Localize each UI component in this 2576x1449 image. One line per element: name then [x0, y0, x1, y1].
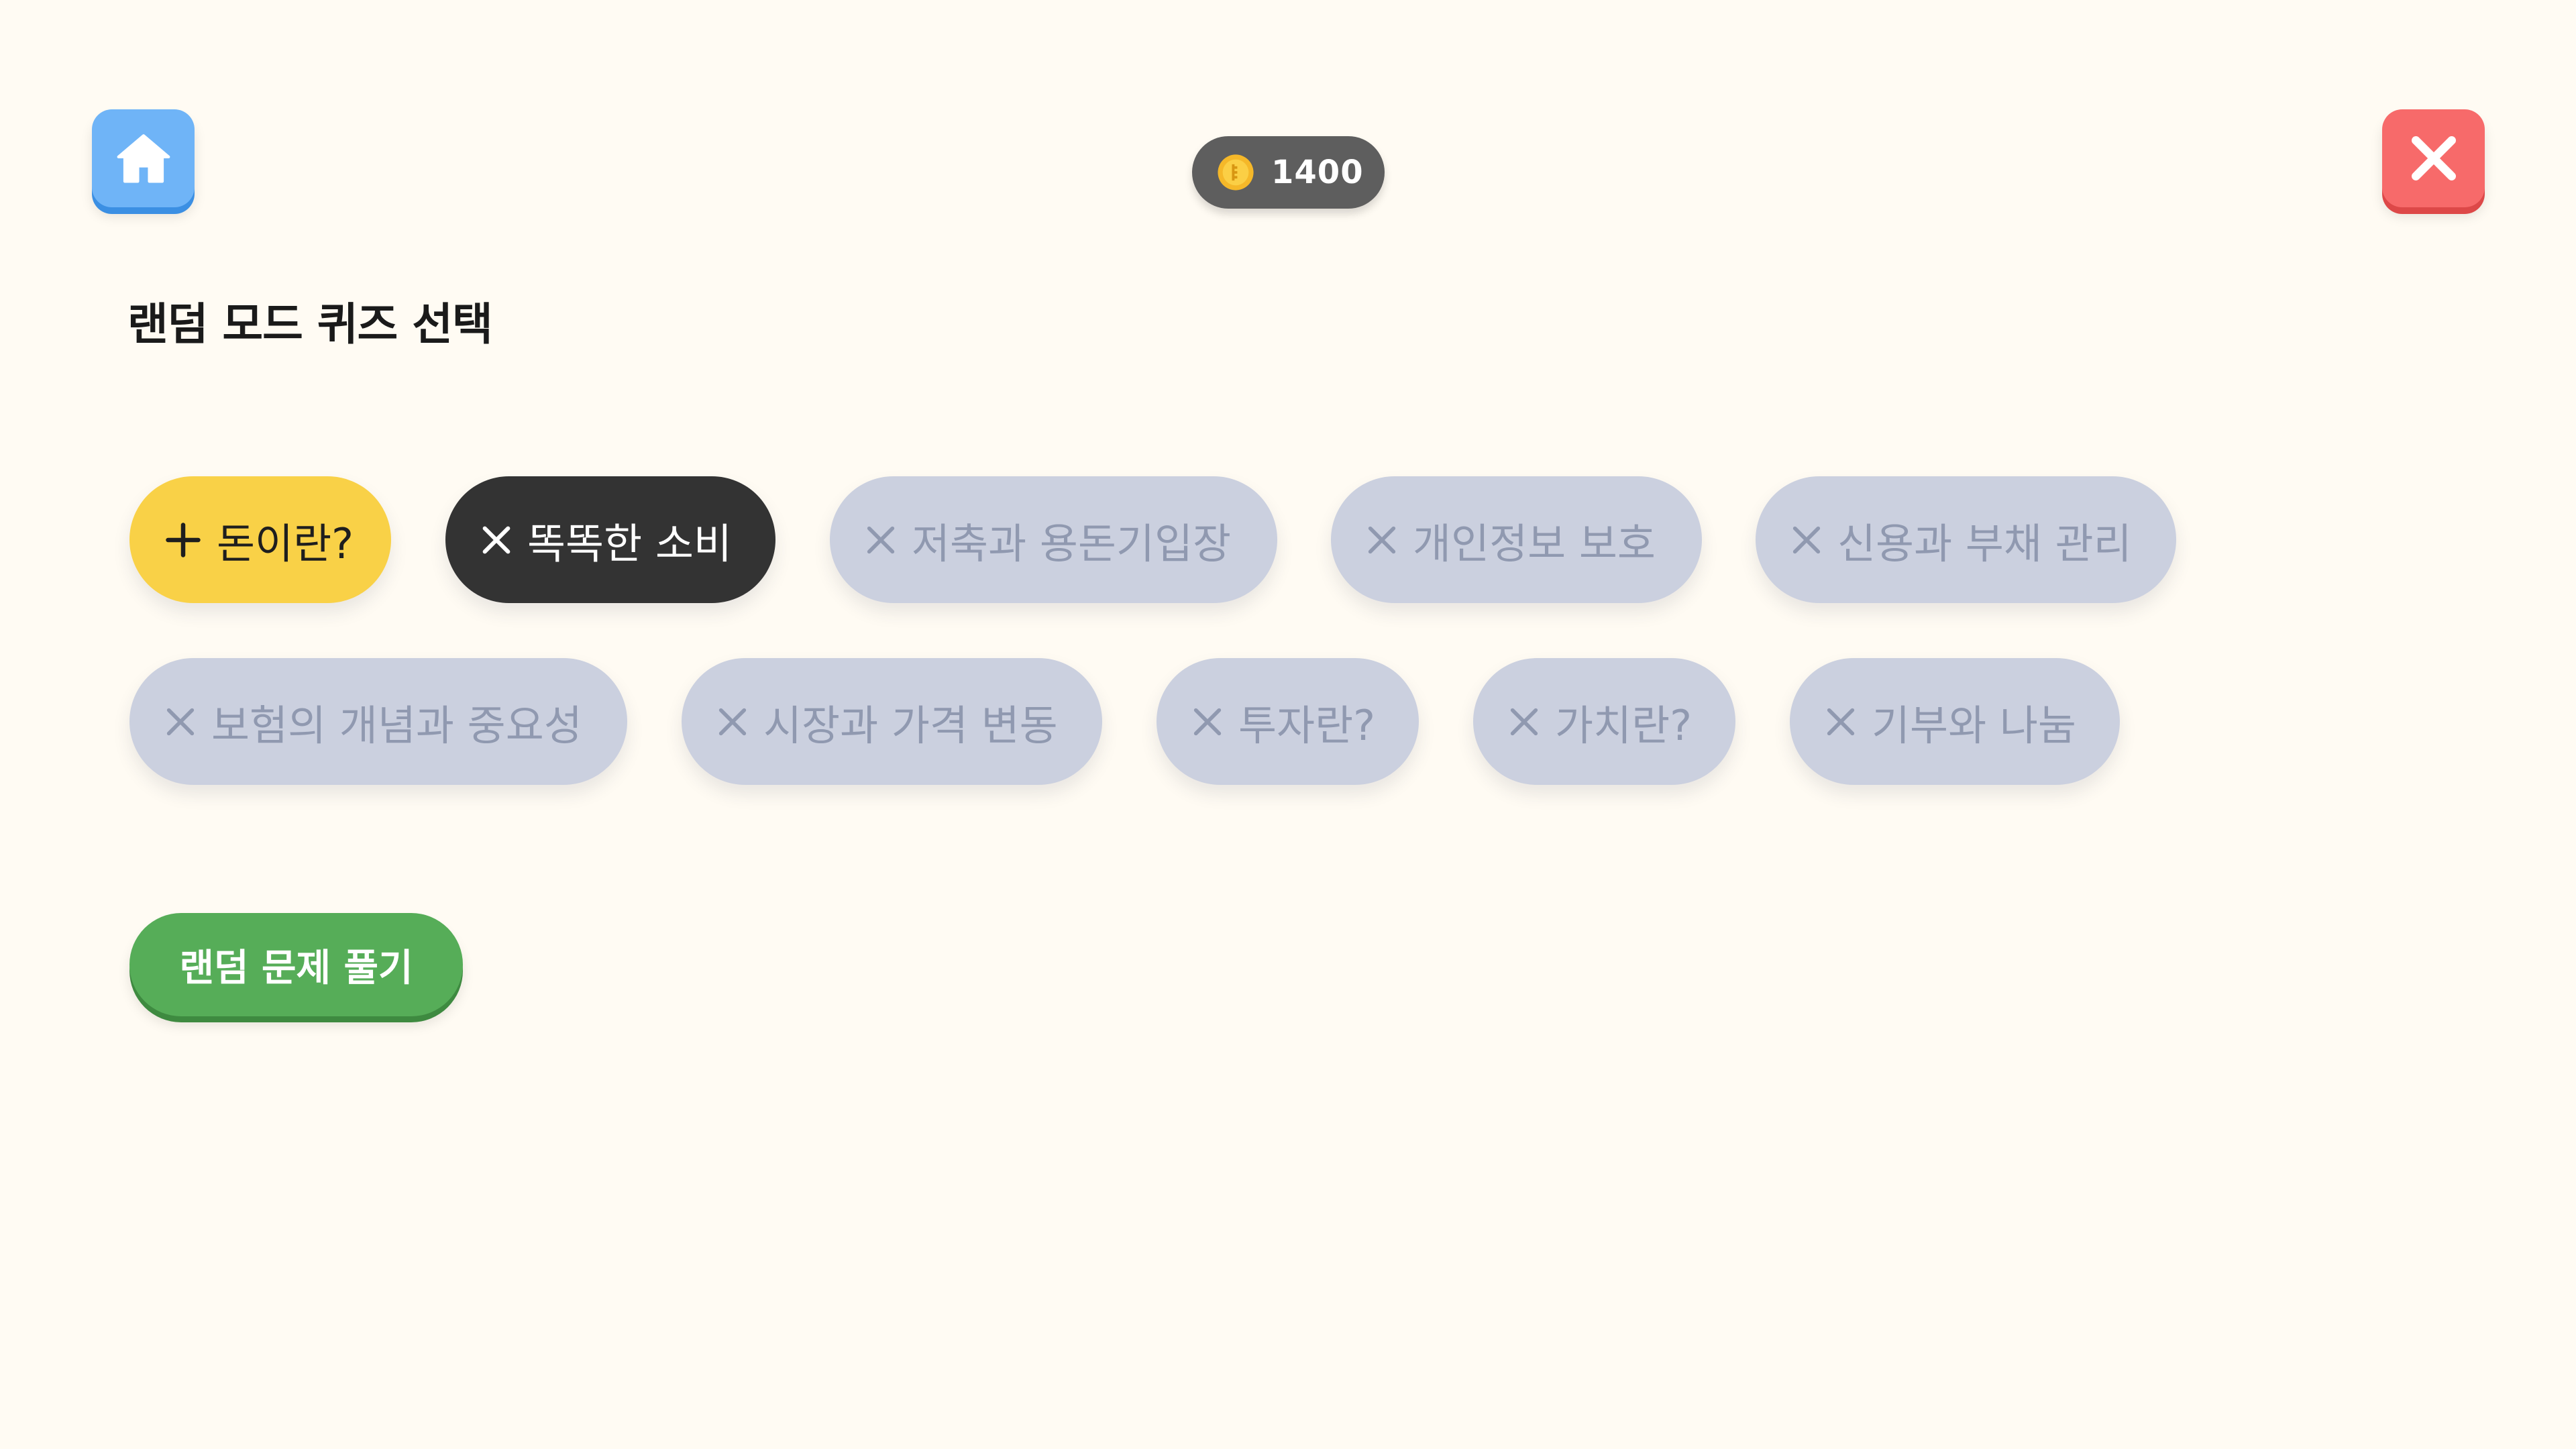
- home-icon: [117, 134, 170, 183]
- close-button[interactable]: [2382, 109, 2485, 207]
- topic-chip-market[interactable]: 시장과 가격 변동: [682, 658, 1102, 785]
- topic-chip-value[interactable]: 가치란?: [1473, 658, 1735, 785]
- plus-icon: [166, 522, 201, 557]
- x-icon: [1510, 708, 1538, 735]
- topic-chip-label: 보험의 개념과 중요성: [211, 700, 582, 750]
- topic-chip-label: 가치란?: [1555, 700, 1693, 750]
- x-icon: [1792, 526, 1821, 553]
- random-quiz-start-button[interactable]: 랜덤 문제 풀기: [129, 913, 463, 1016]
- coin-balance-badge: 1400: [1192, 136, 1385, 209]
- topic-chip-donation[interactable]: 기부와 나눔: [1790, 658, 2120, 785]
- topic-chip-label: 투자란?: [1238, 700, 1376, 750]
- topic-chip-smart-spending[interactable]: 똑똑한 소비: [445, 476, 775, 603]
- close-icon: [2411, 136, 2456, 180]
- coin-icon: [1218, 154, 1254, 191]
- topic-chip-investment[interactable]: 투자란?: [1157, 658, 1419, 785]
- x-icon: [867, 526, 895, 553]
- coin-count: 1400: [1271, 154, 1364, 191]
- x-icon: [1827, 708, 1855, 735]
- topic-chip-privacy[interactable]: 개인정보 보호: [1331, 476, 1702, 603]
- topic-chip-label: 개인정보 보호: [1413, 519, 1656, 568]
- topic-chip-money[interactable]: 돈이란?: [129, 476, 391, 603]
- topic-chip-label: 돈이란?: [217, 519, 354, 568]
- topic-chip-label: 똑똑한 소비: [527, 519, 732, 568]
- x-icon: [482, 526, 511, 553]
- topic-chip-credit[interactable]: 신용과 부채 관리: [1756, 476, 2176, 603]
- topic-chip-saving[interactable]: 저축과 용돈기입장: [830, 476, 1277, 603]
- home-button[interactable]: [92, 109, 195, 207]
- topic-chip-label: 기부와 나눔: [1872, 700, 2076, 750]
- topic-chip-label: 시장과 가격 변동: [763, 700, 1058, 750]
- x-icon: [1193, 708, 1222, 735]
- page-title: 랜덤 모드 퀴즈 선택: [127, 299, 493, 350]
- topic-chip-label: 저축과 용돈기입장: [912, 519, 1232, 568]
- x-icon: [718, 708, 747, 735]
- topic-chip-label: 신용과 부채 관리: [1837, 519, 2132, 568]
- x-icon: [166, 708, 195, 735]
- x-icon: [1368, 526, 1396, 553]
- topic-chip-insurance[interactable]: 보험의 개념과 중요성: [129, 658, 627, 785]
